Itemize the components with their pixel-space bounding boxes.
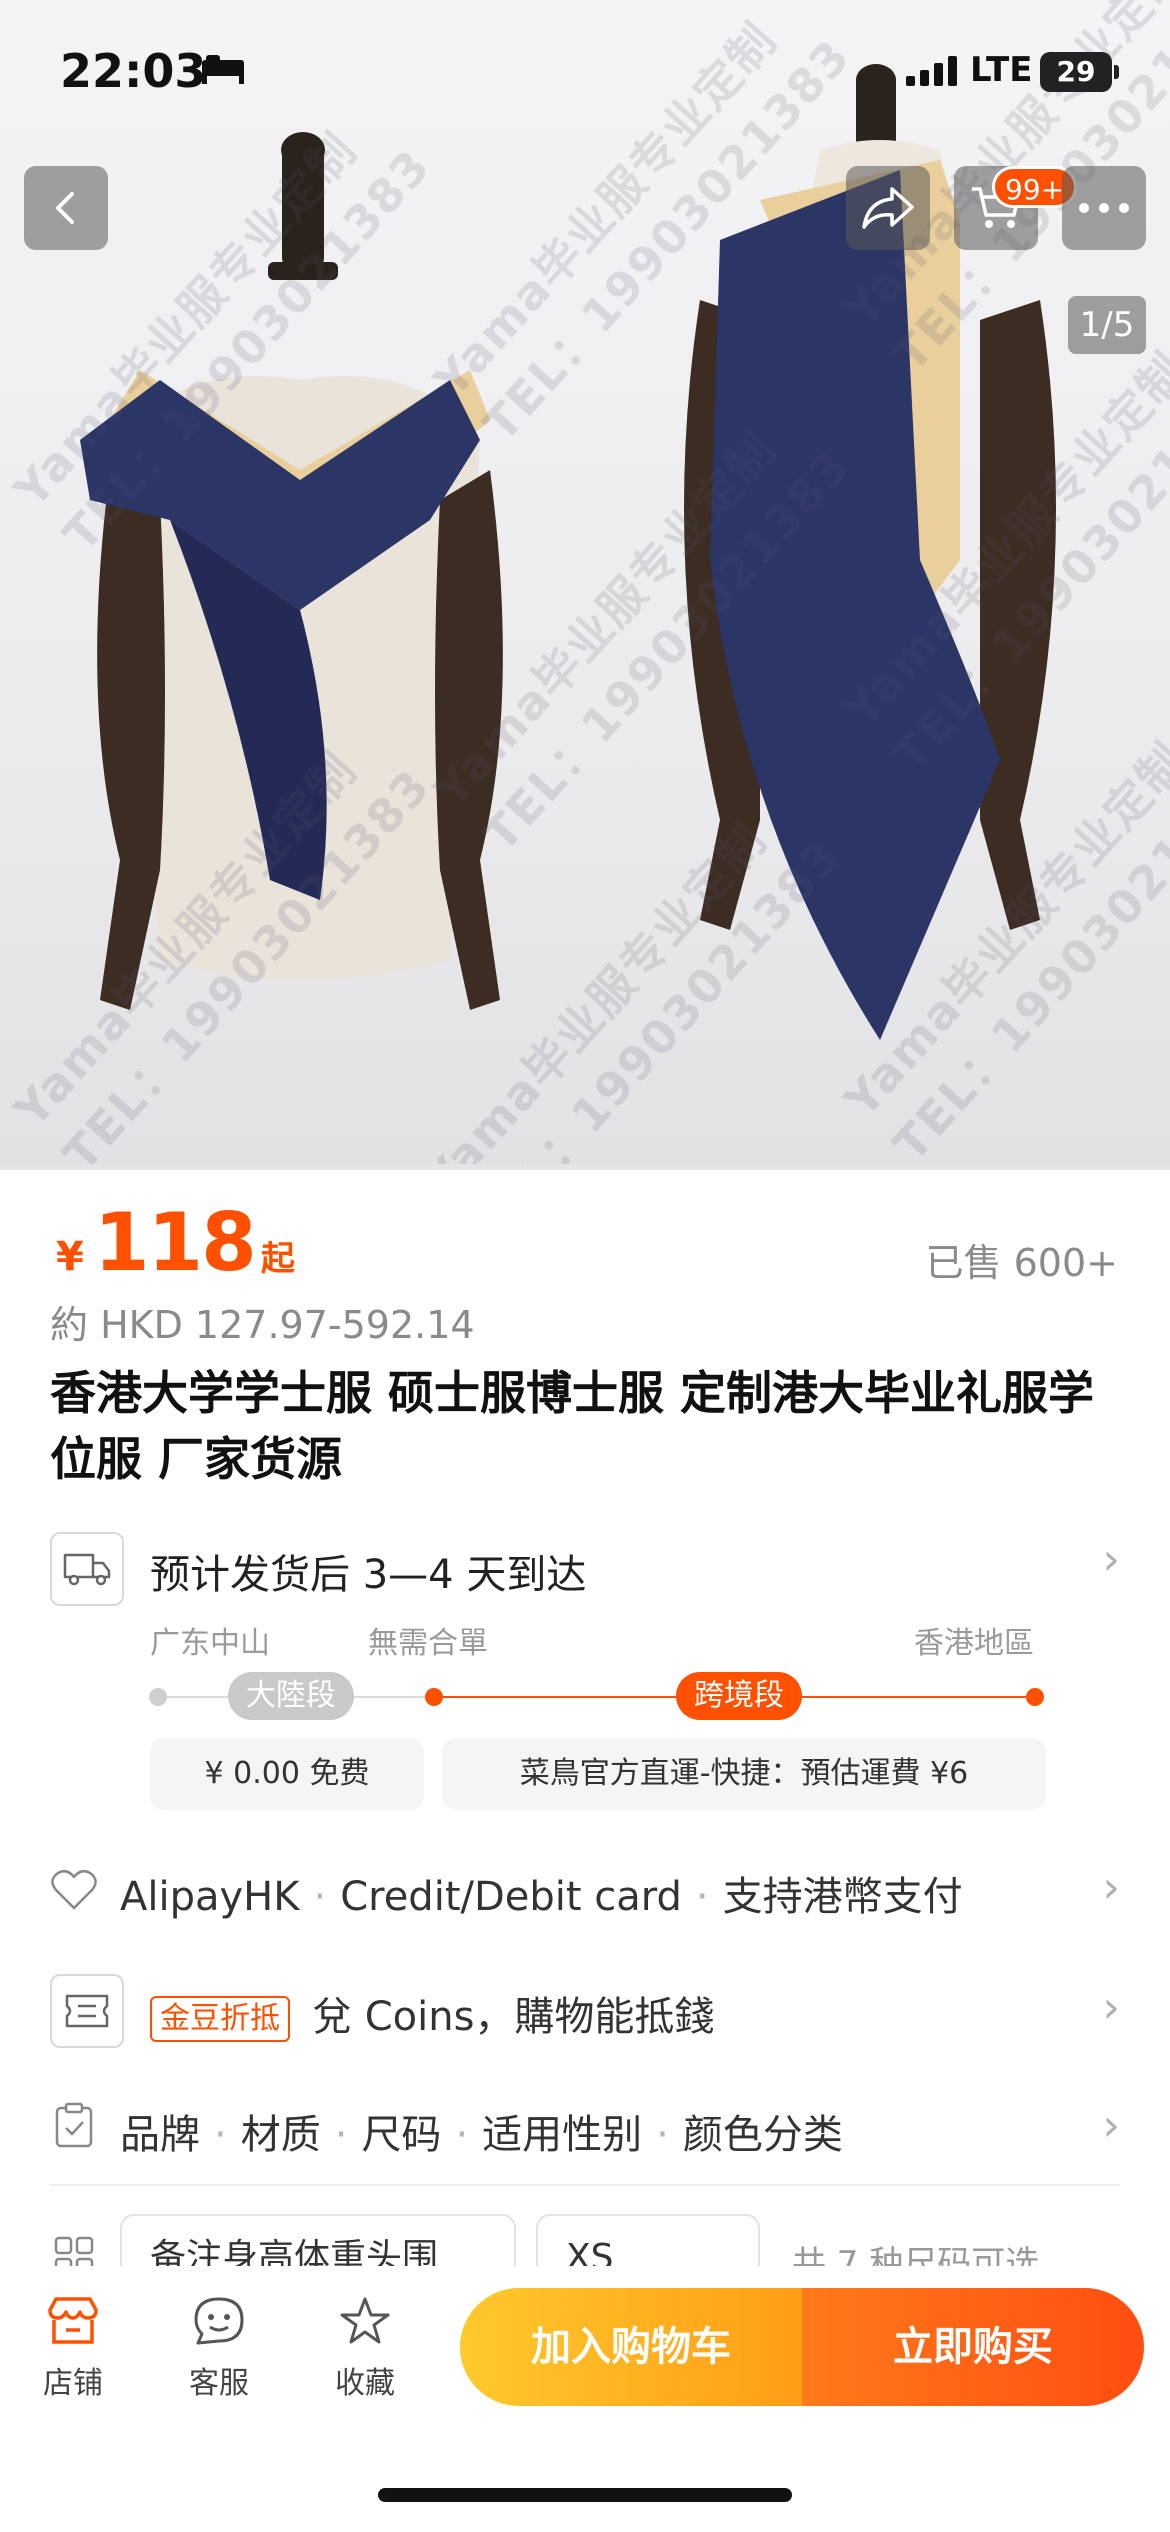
favorite-tab-label: 收藏 <box>335 2366 395 2401</box>
signal-icon <box>906 56 957 86</box>
payment-methods[interactable]: AlipayHK · Credit/Debit card · 支持港幣支付 <box>120 1864 963 1922</box>
param-color: 颜色分类 <box>682 2112 843 2158</box>
battery-icon: 29 <box>1040 52 1119 92</box>
chat-face-icon <box>194 2297 244 2345</box>
payment-alipayhk: AlipayHK <box>120 1874 300 1920</box>
shop-tab[interactable]: 店铺 <box>18 2296 128 2402</box>
param-material: 材质 <box>240 2112 321 2158</box>
more-button[interactable] <box>1062 166 1146 250</box>
param-gender: 适用性别 <box>482 2112 643 2158</box>
clipboard-icon <box>55 2102 93 2148</box>
coins-chevron-icon[interactable]: › <box>1102 1982 1120 2033</box>
price-suffix: 起 <box>260 1239 295 1279</box>
coins-row-icon <box>50 1974 124 2048</box>
shop-tab-label: 店铺 <box>43 2366 103 2401</box>
network-type: LTE <box>970 50 1033 90</box>
param-size: 尺码 <box>361 2112 442 2158</box>
left-mannequin <box>80 132 503 1010</box>
shipping-row-icon <box>50 1532 124 1606</box>
price: ¥ 118 起 <box>56 1196 295 1289</box>
transfer-dot <box>425 1688 443 1706</box>
status-bar: 22:03 LTE 29 <box>0 0 1170 140</box>
product-params[interactable]: 品牌 · 材质 · 尺码 · 适用性别 · 颜色分类 <box>120 2102 843 2160</box>
coins-tag: 金豆折抵 <box>150 1996 290 2042</box>
mainland-fee: ¥ 0.00 免费 <box>150 1738 424 1810</box>
payment-hkd: 支持港幣支付 <box>722 1874 963 1920</box>
destination-location: 香港地區 <box>914 1626 1034 1661</box>
payment-chevron-icon[interactable]: › <box>1102 1862 1120 1913</box>
buy-now-button[interactable]: 立即购买 <box>802 2288 1144 2406</box>
cross-border-fee: 菜鳥官方直運-快捷：預估運費 ¥6 <box>442 1738 1046 1810</box>
shipping-eta[interactable]: 预计发货后 3—4 天到达 <box>150 1542 586 1600</box>
favorite-tab[interactable]: 收藏 <box>310 2296 420 2402</box>
chevron-left-icon <box>56 192 74 224</box>
sleep-focus-icon <box>202 55 244 84</box>
more-dots-icon <box>1079 203 1129 213</box>
ticket-icon <box>65 1994 109 2028</box>
store-icon <box>48 2297 98 2344</box>
hkd-price-range: 約 HKD 127.97-592.14 <box>50 1303 475 1347</box>
price-currency: ¥ <box>56 1234 84 1280</box>
param-brand: 品牌 <box>120 2112 200 2158</box>
mainland-segment-label: 大陸段 <box>228 1672 354 1720</box>
truck-icon <box>63 1553 111 1586</box>
consolidation-note: 無需合單 <box>368 1626 488 1661</box>
coins-text: 兌 Coins，購物能抵錢 <box>312 1994 715 2040</box>
shipping-chevron-icon[interactable]: › <box>1102 1534 1120 1585</box>
params-chevron-icon[interactable]: › <box>1102 2100 1120 2151</box>
share-button[interactable] <box>846 166 930 250</box>
origin-dot <box>149 1688 167 1706</box>
heart-icon <box>51 1869 97 1910</box>
cross-border-segment-label: 跨境段 <box>676 1672 802 1720</box>
back-button[interactable] <box>24 166 108 250</box>
price-amount: 118 <box>93 1196 257 1289</box>
service-tab-label: 客服 <box>189 2366 249 2401</box>
customer-service-tab[interactable]: 客服 <box>164 2296 274 2402</box>
add-to-cart-button[interactable]: 加入购物车 <box>460 2288 802 2406</box>
sold-count: 已售 600+ <box>925 1241 1118 1285</box>
product-title: 香港大学学士服 硕士服博士服 定制港大毕业礼服学位服 厂家货源 <box>50 1366 1095 1486</box>
status-time: 22:03 <box>60 44 207 98</box>
share-icon <box>862 187 914 229</box>
origin-location: 广东中山 <box>150 1626 270 1661</box>
divider <box>50 2184 1120 2186</box>
image-pager: 1/5 <box>1068 296 1146 354</box>
destination-dot <box>1026 1688 1044 1706</box>
home-indicator <box>378 2488 792 2502</box>
star-icon <box>340 2297 390 2344</box>
coins-offer[interactable]: 金豆折抵兌 Coins，購物能抵錢 <box>150 1984 714 2042</box>
payment-card: Credit/Debit card <box>340 1874 682 1920</box>
